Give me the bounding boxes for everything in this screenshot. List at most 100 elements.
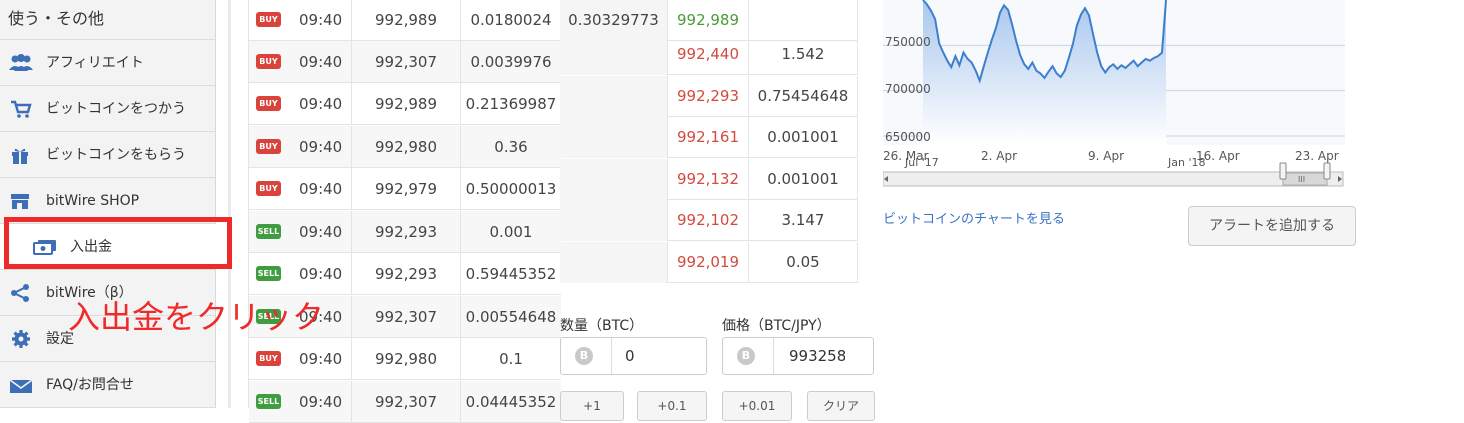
order-book-row[interactable]: 992,019 0.05 <box>560 242 858 283</box>
side-badge: SELL <box>256 266 281 281</box>
trade-time: 09:40 <box>299 53 343 71</box>
sidebar-header: 使う・その他 <box>0 0 216 40</box>
trade-time: 09:40 <box>299 11 343 29</box>
trade-amount: 0.21369987 <box>465 95 557 113</box>
sidebar-item-affiliate[interactable]: アフィリエイト <box>0 40 216 86</box>
trade-price: 992,989 <box>351 83 461 125</box>
trade-time: 09:40 <box>299 95 343 113</box>
sidebar-item-use-bitcoin[interactable]: ビットコインをつかう <box>0 86 216 132</box>
table-row: SELL 09:40 992,293 0.001 <box>249 211 561 253</box>
book-amount: 0.75454648 <box>749 76 858 117</box>
sidebar-item-label: ビットコインをもらう <box>46 147 186 163</box>
side-badge: SELL <box>256 224 281 239</box>
input-divider <box>611 338 612 374</box>
trade-price: 992,293 <box>351 253 461 295</box>
quantity-label: 数量（BTC） <box>560 318 644 334</box>
trade-amount: 0.0180024 <box>470 11 552 29</box>
order-book-row[interactable]: 992,161 0.001001 <box>560 117 858 158</box>
table-row: SELL 09:40 992,307 0.04445352 <box>249 381 561 423</box>
book-price: 992,440 <box>668 34 749 75</box>
sidebar-scrollbar[interactable] <box>228 0 231 408</box>
trade-price: 992,307 <box>351 41 461 83</box>
sidebar: 使う・その他 アフィリエイト ビットコインをつかう ビットコインをもらう bit… <box>0 0 216 408</box>
side-badge: BUY <box>256 12 281 27</box>
trade-price: 992,989 <box>351 0 461 41</box>
quantity-input[interactable]: B 0 <box>560 337 707 375</box>
order-book-row[interactable]: 992,132 0.001001 <box>560 159 858 200</box>
bitcoin-icon: B <box>575 347 593 365</box>
plus-0-01-button[interactable]: +0.01 <box>722 391 792 421</box>
sidebar-item-faq[interactable]: FAQ/お問合せ <box>0 362 216 408</box>
users-icon <box>9 54 33 71</box>
trade-time: 09:40 <box>299 223 343 241</box>
table-row: BUY 09:40 992,989 0.21369987 <box>249 83 561 125</box>
table-row: BUY 09:40 992,980 0.36 <box>249 126 561 168</box>
order-book: 0.30329773 992,989 992,440 1.542 992,293… <box>560 0 858 284</box>
trade-amount: 0.001 <box>489 223 533 241</box>
order-book-row[interactable]: 992,102 3.147 <box>560 200 858 241</box>
trade-price: 992,307 <box>351 381 461 423</box>
y-tick-label: 700000 <box>885 82 931 96</box>
navigator-handle-left[interactable] <box>1279 162 1287 180</box>
price-label: 価格（BTC/JPY） <box>722 318 831 334</box>
trade-time: 09:40 <box>299 180 343 198</box>
book-price: 992,293 <box>668 76 749 117</box>
shop-icon <box>11 194 29 209</box>
plus-1-button[interactable]: +1 <box>560 391 624 421</box>
trade-time: 09:40 <box>299 350 343 368</box>
y-tick-label: 650000 <box>885 130 931 144</box>
view-chart-link[interactable]: ビットコインのチャートを見る <box>883 208 1065 227</box>
side-badge: BUY <box>256 54 281 69</box>
side-badge: BUY <box>256 139 281 154</box>
side-badge: BUY <box>256 96 281 111</box>
book-price: 992,019 <box>668 242 749 283</box>
table-row: SELL 09:40 992,293 0.59445352 <box>249 253 561 295</box>
trade-price: 992,980 <box>351 338 461 380</box>
side-badge: BUY <box>256 181 281 196</box>
trade-amount: 0.1 <box>499 350 523 368</box>
book-total <box>560 242 668 283</box>
table-row: BUY 09:40 992,989 0.0180024 <box>249 0 561 41</box>
trade-history-table: BUY 09:40 992,989 0.0180024 BUY 09:40 99… <box>248 0 561 423</box>
book-price: 992,132 <box>668 159 749 200</box>
gear-icon <box>12 330 30 348</box>
table-row: BUY 09:40 992,980 0.1 <box>249 338 561 380</box>
trade-time: 09:40 <box>299 138 343 156</box>
order-book-row[interactable]: 992,293 0.75454648 <box>560 76 858 117</box>
navigator-handle-right[interactable] <box>1323 162 1331 180</box>
gift-icon <box>12 148 28 164</box>
input-divider <box>773 338 774 374</box>
trade-time: 09:40 <box>299 393 343 411</box>
trade-price: 992,307 <box>351 296 461 338</box>
trade-amount: 0.04445352 <box>465 393 557 411</box>
annotation-text: 入出金をクリック <box>68 298 325 336</box>
price-value: 993258 <box>789 347 845 365</box>
grip-icon: III <box>1298 175 1305 184</box>
navigator-scrollbar[interactable] <box>883 171 1344 187</box>
plus-0-1-button[interactable]: +0.1 <box>637 391 707 421</box>
price-input[interactable]: B 993258 <box>722 337 874 375</box>
trade-amount: 0.50000013 <box>465 180 557 198</box>
quantity-value: 0 <box>625 347 635 365</box>
side-badge: SELL <box>256 394 281 409</box>
trade-amount: 0.00554648 <box>465 308 557 326</box>
side-badge: BUY <box>256 351 281 366</box>
book-total <box>560 159 668 200</box>
book-total <box>560 117 668 158</box>
book-total <box>560 34 668 75</box>
book-amount: 1.542 <box>749 34 858 75</box>
trade-price: 992,979 <box>351 168 461 210</box>
trade-amount: 0.36 <box>494 138 528 156</box>
x-tick-label: 23. Apr <box>1295 149 1339 163</box>
add-alert-button[interactable]: アラートを追加する <box>1188 206 1356 246</box>
price-chart[interactable]: 750000 700000 650000 26. Mar 2. Apr 9. A… <box>883 0 1345 190</box>
book-price: 992,102 <box>668 200 749 241</box>
sidebar-item-get-bitcoin[interactable]: ビットコインをもらう <box>0 132 216 178</box>
clear-button[interactable]: クリア <box>807 391 875 421</box>
sidebar-item-label: ビットコインをつかう <box>46 101 186 117</box>
trade-price: 992,293 <box>351 211 461 253</box>
book-amount: 0.001001 <box>749 159 858 200</box>
sidebar-item-label: FAQ/お問合せ <box>46 377 134 393</box>
book-total <box>560 76 668 117</box>
order-book-row[interactable]: 992,440 1.542 <box>560 34 858 75</box>
